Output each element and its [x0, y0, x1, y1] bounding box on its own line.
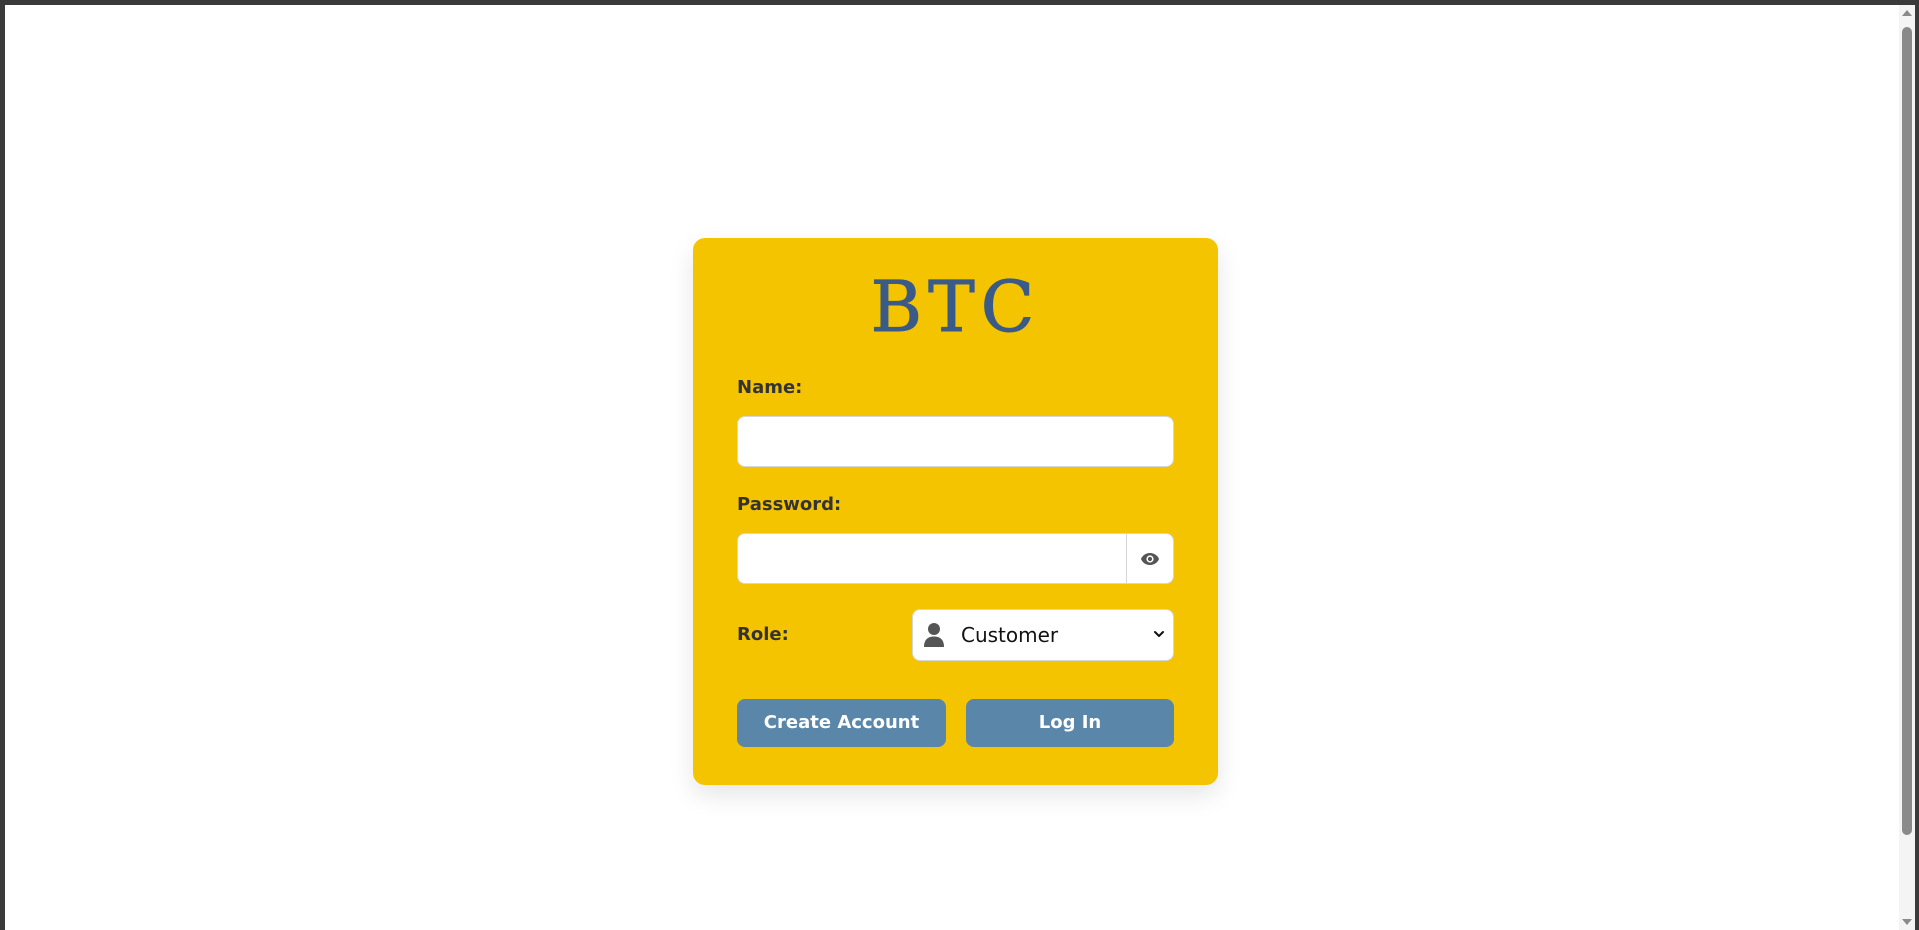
name-label: Name:	[737, 377, 803, 398]
scroll-down-arrow-icon[interactable]	[1902, 919, 1912, 925]
user-icon	[924, 623, 944, 647]
show-password-button[interactable]	[1126, 534, 1173, 583]
role-select[interactable]: Customer	[912, 609, 1174, 661]
page-viewport: BTC Name: Password: Role: Customer Creat…	[5, 5, 1899, 930]
password-field	[737, 533, 1174, 584]
role-selected-value: Customer	[961, 623, 1059, 647]
chevron-down-icon	[1154, 631, 1164, 637]
login-button[interactable]: Log In	[966, 699, 1174, 747]
eye-icon	[1141, 552, 1159, 565]
btc-logo: BTC	[870, 266, 1041, 348]
scroll-up-arrow-icon[interactable]	[1902, 10, 1912, 16]
scroll-thumb[interactable]	[1902, 27, 1912, 835]
vertical-scrollbar[interactable]	[1899, 5, 1915, 930]
login-card: BTC Name: Password: Role: Customer Creat…	[693, 238, 1218, 785]
password-input[interactable]	[738, 534, 1127, 583]
name-input[interactable]	[737, 416, 1174, 467]
role-label: Role:	[737, 624, 789, 645]
password-label: Password:	[737, 494, 842, 515]
create-account-button[interactable]: Create Account	[737, 699, 946, 747]
